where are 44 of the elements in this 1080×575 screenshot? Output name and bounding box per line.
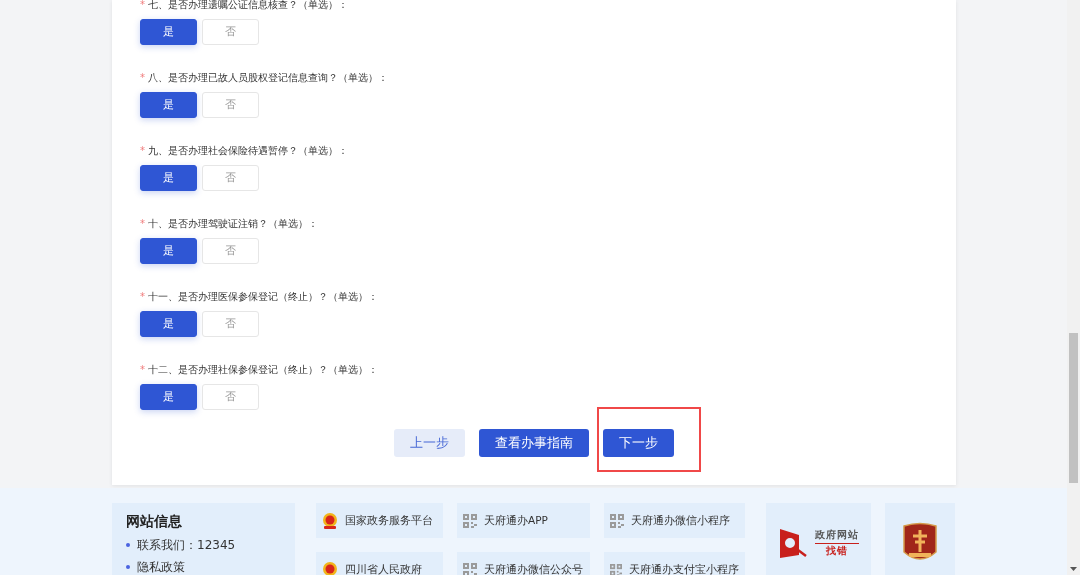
error-report-badge[interactable]: 政府网站 找错: [766, 503, 871, 575]
badge-subtitle: 找错: [825, 543, 848, 558]
emblem-icon: [322, 560, 338, 575]
site-info-title: 网站信息: [126, 512, 183, 531]
question-label: 八、是否办理已故人员股权登记信息查询？（单选）：: [148, 72, 388, 84]
platform-link[interactable]: 四川省人民政府: [316, 552, 443, 575]
required-asterisk: *: [140, 72, 145, 84]
question-label: 十一、是否办理医保参保登记（终止）？（单选）：: [148, 291, 378, 303]
question-label: 九、是否办理社会保险待遇暂停？（单选）：: [148, 145, 348, 157]
option-button[interactable]: 是: [140, 92, 197, 118]
platform-link[interactable]: 天府通办微信小程序: [604, 503, 745, 538]
previous-button[interactable]: 上一步: [394, 429, 465, 457]
site-info-link[interactable]: 联系我们：12345: [137, 536, 236, 554]
question-label: 七、是否办理遗嘱公证信息核查？（单选）：: [148, 0, 348, 11]
magnifier-flag-icon: [778, 527, 809, 559]
required-asterisk: *: [140, 145, 145, 157]
platform-link[interactable]: 天府通办支付宝小程序: [604, 552, 745, 575]
option-button[interactable]: 是: [140, 311, 197, 337]
qr-code-icon: [610, 513, 624, 528]
qr-code-icon: [463, 513, 477, 528]
site-info-link[interactable]: 隐私政策: [137, 558, 185, 575]
required-asterisk: *: [140, 218, 145, 230]
scroll-down-icon[interactable]: [1070, 567, 1077, 571]
question-label: 十二、是否办理社保参保登记（终止）？（单选）：: [148, 364, 378, 376]
required-asterisk: *: [140, 364, 145, 376]
emblem-icon: [322, 511, 338, 530]
platform-link[interactable]: 天府通办微信公众号: [457, 552, 590, 575]
platform-link[interactable]: 天府通办APP: [457, 503, 590, 538]
action-button[interactable]: 下一步: [603, 429, 674, 457]
option-button[interactable]: 是: [140, 384, 197, 410]
scrollbar-thumb[interactable]: [1069, 333, 1078, 483]
option-button[interactable]: 是: [140, 165, 197, 191]
qr-code-icon: [610, 562, 622, 575]
option-button[interactable]: 是: [140, 19, 197, 45]
question-label: 十、是否办理驾驶证注销？（单选）：: [148, 218, 318, 230]
required-asterisk: *: [140, 291, 145, 303]
action-button[interactable]: 查看办事指南: [479, 429, 589, 457]
badge-title: 政府网站: [814, 528, 859, 544]
qr-code-icon: [463, 562, 477, 575]
option-button[interactable]: 是: [140, 238, 197, 264]
bullet-icon: [126, 565, 130, 569]
required-asterisk: *: [140, 0, 145, 11]
bullet-icon: [126, 543, 130, 547]
platform-link[interactable]: 国家政务服务平台: [316, 503, 443, 538]
